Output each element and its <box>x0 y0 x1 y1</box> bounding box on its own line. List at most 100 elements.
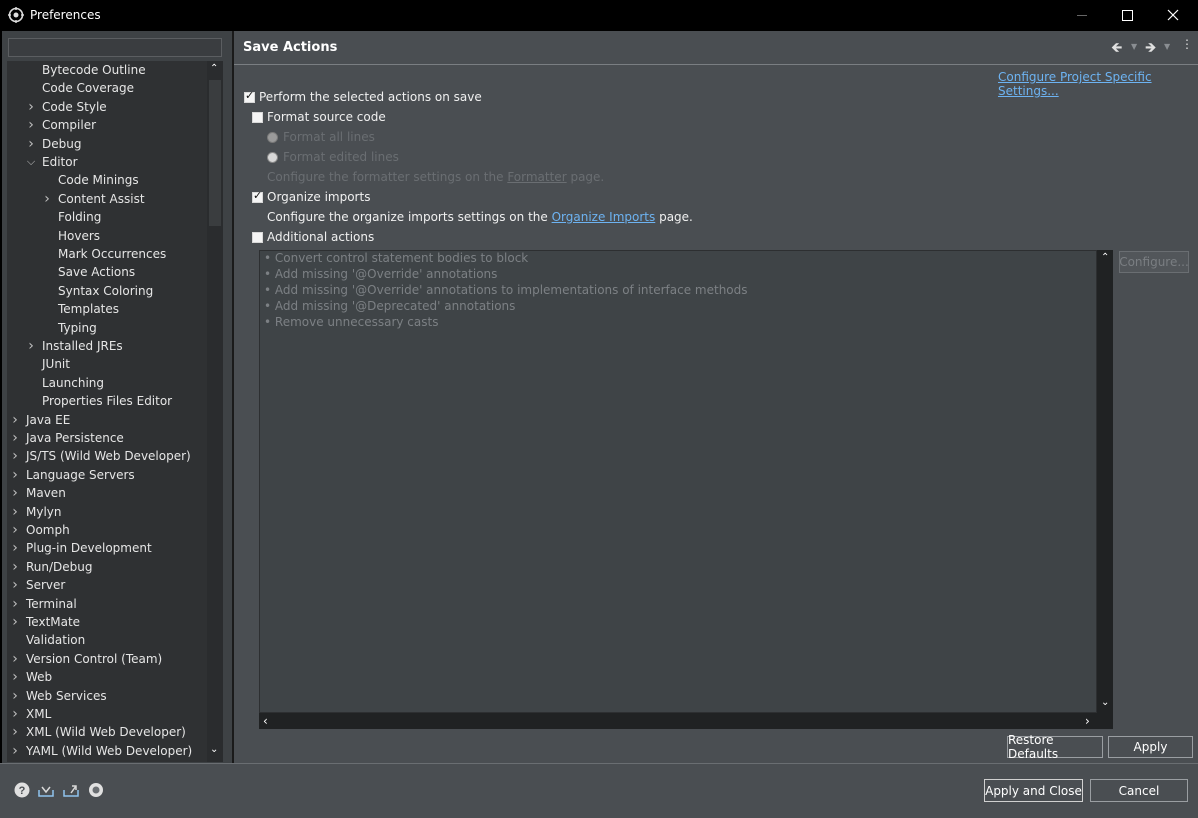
tree-item[interactable]: Code Minings <box>58 171 139 189</box>
tree-item[interactable]: Templates <box>58 300 119 318</box>
tree-item[interactable]: Mylyn <box>26 503 62 521</box>
chevron-right-icon[interactable]: › <box>10 687 20 705</box>
export-icon[interactable] <box>63 782 79 798</box>
forward-arrow-icon[interactable]: 🡺 <box>1145 37 1156 61</box>
format-edited-radio[interactable] <box>267 152 278 163</box>
apply-and-close-button[interactable]: Apply and Close <box>984 779 1083 802</box>
chevron-right-icon[interactable]: › <box>26 337 36 355</box>
preferences-icon[interactable] <box>88 782 104 798</box>
chevron-right-icon[interactable]: › <box>10 503 20 521</box>
format-source-checkbox[interactable] <box>252 112 263 123</box>
view-menu-icon[interactable]: ⋮ <box>1181 37 1193 51</box>
actions-scroll-down-icon[interactable]: ⌄ <box>1101 697 1109 708</box>
close-button[interactable] <box>1150 0 1196 30</box>
tree-item[interactable]: Debug <box>42 135 81 153</box>
configure-button[interactable]: Configure... <box>1119 251 1189 273</box>
chevron-right-icon[interactable]: › <box>10 723 20 741</box>
apply-button[interactable]: Apply <box>1108 736 1193 758</box>
tree-item[interactable]: Language Servers <box>26 466 135 484</box>
tree-item[interactable]: Code Style <box>42 98 107 116</box>
tree-item[interactable]: JUnit <box>42 355 70 373</box>
actions-horizontal-scrollbar[interactable] <box>259 713 1097 729</box>
tree-item[interactable]: Typing <box>58 319 97 337</box>
back-arrow-icon[interactable]: 🡸 <box>1111 37 1122 61</box>
actions-scroll-left-icon[interactable]: ‹ <box>263 714 268 728</box>
chevron-right-icon[interactable]: › <box>10 742 20 760</box>
maximize-button[interactable] <box>1104 0 1150 30</box>
tree-item[interactable]: XML (Wild Web Developer) <box>26 723 186 741</box>
tree-item[interactable]: Run/Debug <box>26 558 93 576</box>
chevron-right-icon[interactable]: › <box>10 558 20 576</box>
cancel-button[interactable]: Cancel <box>1090 779 1188 802</box>
chevron-right-icon[interactable]: › <box>10 576 20 594</box>
chevron-right-icon[interactable]: › <box>42 190 52 208</box>
format-all-label: Format all lines <box>283 130 375 144</box>
restore-defaults-button[interactable]: Restore Defaults <box>1007 733 1103 761</box>
tree-item[interactable]: Code Coverage <box>42 79 134 97</box>
tree-scroll-up-icon[interactable]: ⌃ <box>210 63 218 74</box>
preference-tree[interactable]: Bytecode Outline Code Coverage › Code Style… <box>7 61 207 762</box>
additional-actions-checkbox[interactable] <box>252 232 263 243</box>
actions-scroll-right-icon[interactable]: › <box>1085 714 1090 728</box>
chevron-right-icon[interactable]: › <box>10 484 20 502</box>
tree-item[interactable]: YAML (Wild Web Developer) <box>26 742 192 760</box>
chevron-right-icon[interactable]: › <box>10 613 20 631</box>
organize-imports-link[interactable]: Organize Imports <box>552 210 656 224</box>
tree-scroll-down-icon[interactable]: ⌄ <box>210 744 218 755</box>
actions-vertical-scrollbar[interactable] <box>1097 250 1113 713</box>
tree-item[interactable]: Plug-in Development <box>26 539 152 557</box>
configure-project-settings-link[interactable]: Configure Project Specific Settings... <box>998 70 1198 98</box>
import-icon[interactable] <box>38 782 54 798</box>
tree-item[interactable]: Syntax Coloring <box>58 282 153 300</box>
minimize-button[interactable] <box>1059 0 1105 30</box>
filter-input[interactable] <box>8 38 222 57</box>
chevron-right-icon[interactable]: › <box>10 705 20 723</box>
tree-item[interactable]: Maven <box>26 484 66 502</box>
tree-item[interactable]: JS/TS (Wild Web Developer) <box>26 447 191 465</box>
tree-item[interactable]: Version Control (Team) <box>26 650 162 668</box>
tree-scroll-thumb[interactable] <box>209 80 221 226</box>
forward-menu-chevron-icon[interactable]: ▼ <box>1164 42 1170 51</box>
tree-item[interactable]: Folding <box>58 208 101 226</box>
tree-item[interactable]: Java Persistence <box>26 429 124 447</box>
actions-scroll-up-icon[interactable]: ⌃ <box>1101 252 1109 263</box>
chevron-right-icon[interactable]: › <box>10 521 20 539</box>
tree-item[interactable]: Java EE <box>26 411 70 429</box>
chevron-right-icon[interactable]: › <box>26 135 36 153</box>
tree-item[interactable]: Oomph <box>26 521 70 539</box>
tree-item[interactable]: Validation <box>26 631 85 649</box>
chevron-right-icon[interactable]: › <box>10 539 20 557</box>
chevron-right-icon[interactable]: › <box>10 411 20 429</box>
tree-item[interactable]: Bytecode Outline <box>42 61 146 79</box>
chevron-right-icon[interactable]: › <box>26 116 36 134</box>
tree-item[interactable]: Terminal <box>26 595 77 613</box>
chevron-right-icon[interactable]: › <box>10 429 20 447</box>
formatter-hint-text: Configure the formatter settings on the <box>267 170 504 184</box>
chevron-right-icon[interactable]: › <box>10 466 20 484</box>
tree-item[interactable]: Installed JREs <box>42 337 123 355</box>
organize-imports-checkbox[interactable] <box>252 189 263 203</box>
tree-item[interactable]: XML <box>26 705 51 723</box>
chevron-right-icon[interactable]: › <box>10 595 20 613</box>
tree-item[interactable]: Web <box>26 668 52 686</box>
chevron-right-icon[interactable]: › <box>26 98 36 116</box>
tree-item[interactable]: Web Services <box>26 687 107 705</box>
chevron-right-icon[interactable]: › <box>10 668 20 686</box>
tree-item[interactable]: Mark Occurrences <box>58 245 166 263</box>
chevron-right-icon[interactable]: › <box>10 650 20 668</box>
back-menu-chevron-icon[interactable]: ▼ <box>1131 42 1137 51</box>
tree-item[interactable]: Editor <box>42 153 78 171</box>
chevron-right-icon[interactable]: › <box>10 447 20 465</box>
tree-item[interactable]: Compiler <box>42 116 96 134</box>
tree-item[interactable]: Properties Files Editor <box>42 392 172 410</box>
tree-item[interactable]: Content Assist <box>58 190 145 208</box>
format-all-radio[interactable] <box>267 132 278 143</box>
tree-item[interactable]: Hovers <box>58 227 100 245</box>
perform-actions-checkbox[interactable] <box>244 89 255 103</box>
tree-item[interactable]: TextMate <box>26 613 80 631</box>
tree-item[interactable]: Save Actions <box>58 263 135 281</box>
chevron-down-icon[interactable]: ⌵ <box>26 153 36 171</box>
help-icon[interactable]: ? <box>14 782 30 798</box>
tree-item[interactable]: Server <box>26 576 65 594</box>
tree-item[interactable]: Launching <box>42 374 104 392</box>
